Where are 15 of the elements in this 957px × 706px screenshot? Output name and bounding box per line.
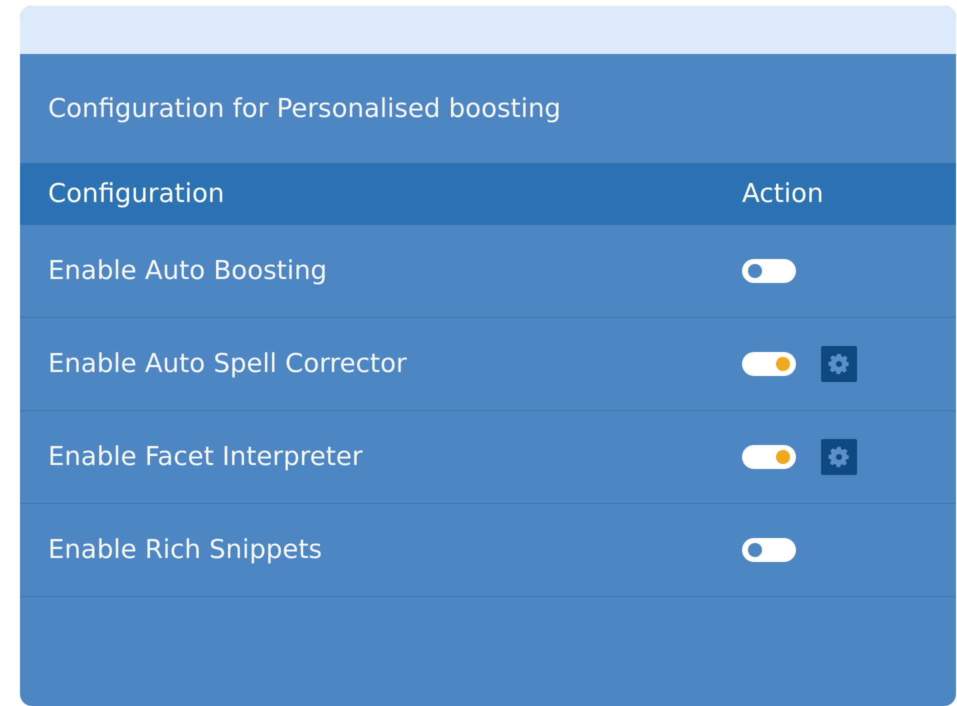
toggle-switch[interactable] xyxy=(742,259,796,283)
settings-button[interactable] xyxy=(821,439,857,475)
setting-label: Enable Rich Snippets xyxy=(48,535,324,565)
column-header: Action xyxy=(742,179,824,209)
settings-icon xyxy=(828,446,850,468)
setting-label: Enable Auto Spell Corrector xyxy=(48,349,408,379)
card-title: Configuration for Personalised boosting xyxy=(48,94,561,124)
settings-icon xyxy=(828,353,850,375)
settings-button[interactable] xyxy=(821,346,857,382)
toggle-switch[interactable] xyxy=(742,445,796,469)
setting-label: Enable Facet Interpreter xyxy=(48,442,364,472)
setting-label: Enable Auto Boosting xyxy=(48,256,328,286)
toggle-switch[interactable] xyxy=(742,538,796,562)
column-header: Configuration xyxy=(48,179,226,209)
toggle-switch[interactable] xyxy=(742,352,796,376)
